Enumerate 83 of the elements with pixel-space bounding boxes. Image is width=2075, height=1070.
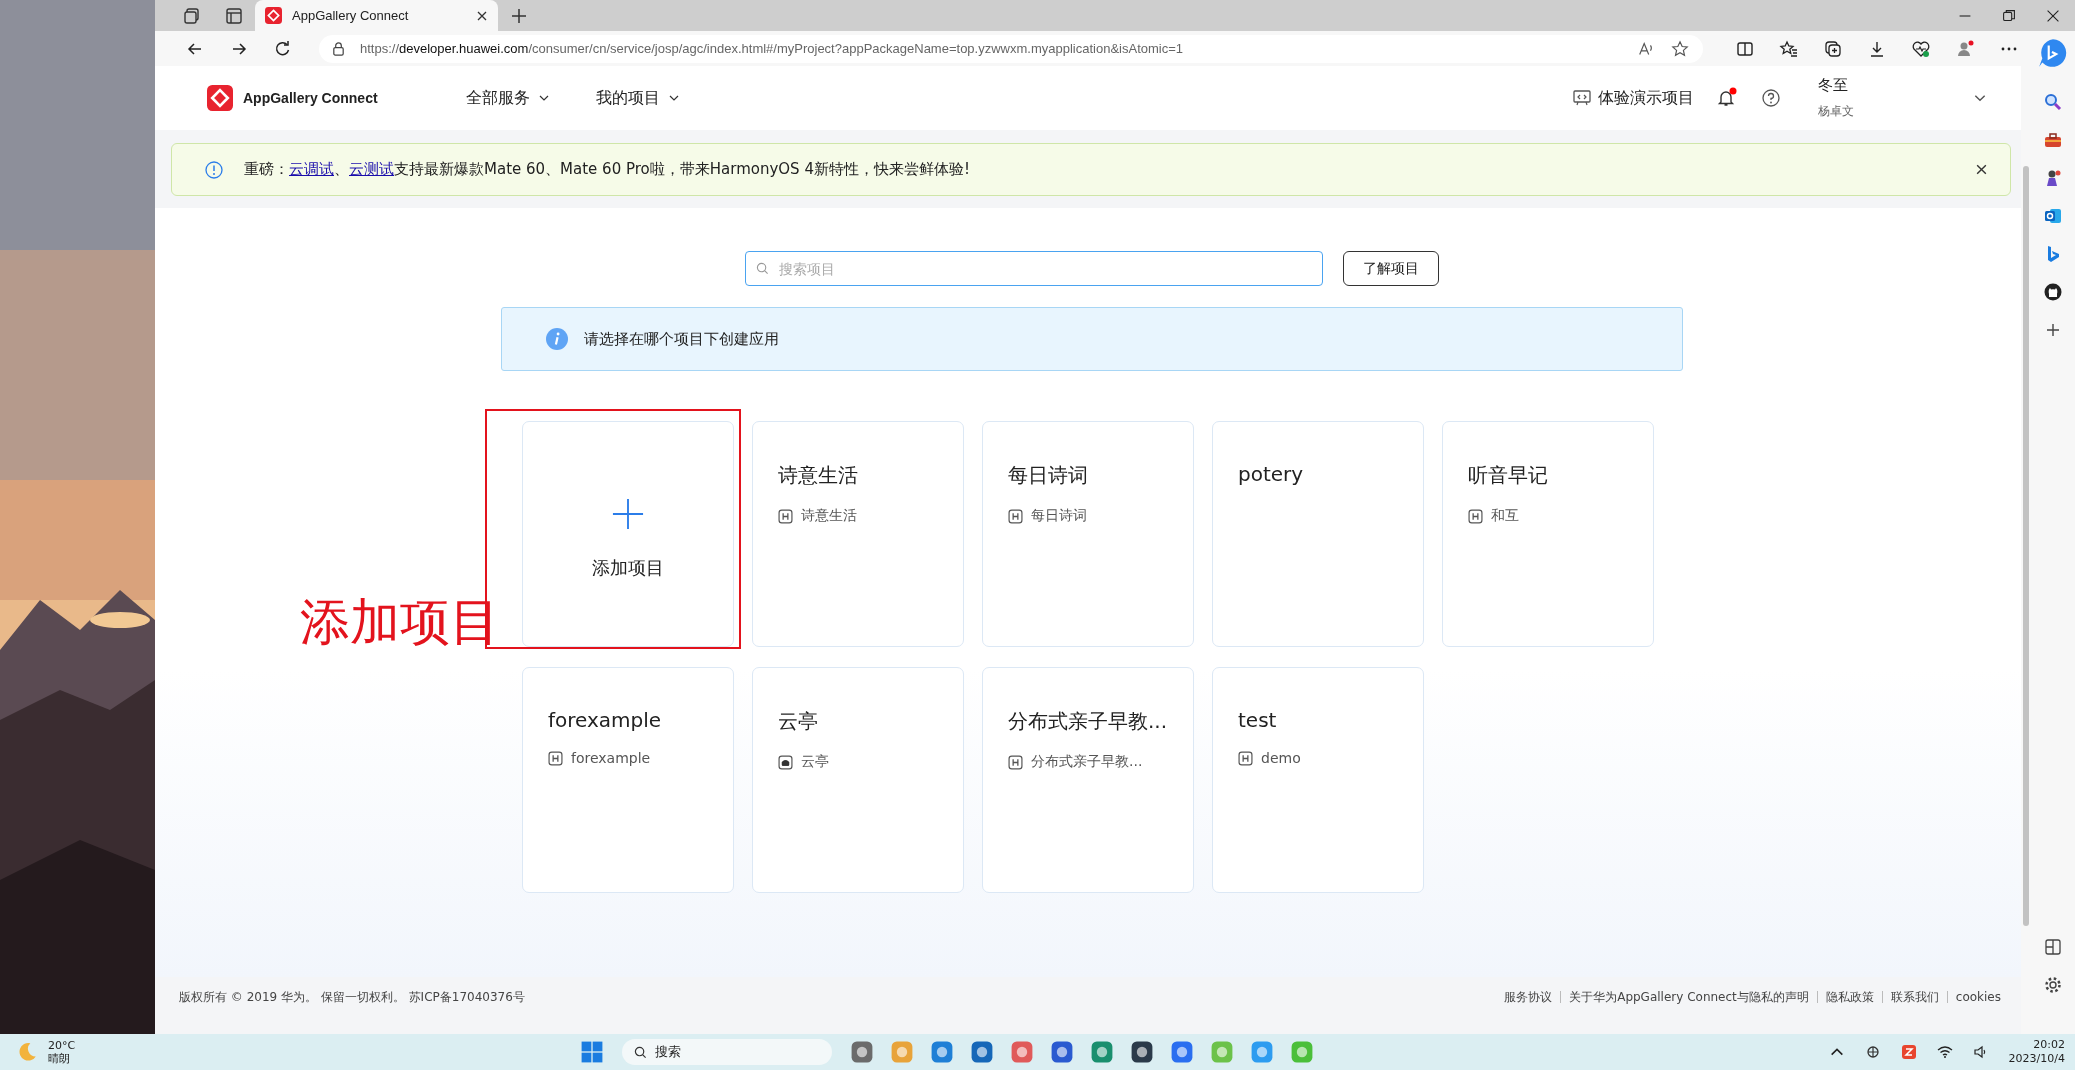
collections-icon[interactable]	[1823, 38, 1843, 59]
project-name: 诗意生活	[778, 462, 859, 489]
footer-link[interactable]: 隐私政策	[1825, 988, 1874, 1006]
info-icon	[546, 328, 568, 350]
project-name: forexample	[548, 708, 663, 732]
project-card[interactable]: potery	[1212, 421, 1424, 647]
app-name: 和互	[1491, 507, 1519, 525]
toolbox-icon[interactable]	[2043, 130, 2063, 150]
monitor-code-icon	[1572, 88, 1592, 108]
info-text: 请选择在哪个项目下创建应用	[584, 329, 779, 349]
lock-icon	[331, 41, 346, 56]
h-square-icon	[778, 508, 793, 524]
info-icon	[204, 159, 224, 180]
project-card[interactable]: 每日诗词 每日诗词	[982, 421, 1194, 647]
temperature: 20°C	[48, 1039, 76, 1052]
h-square-icon	[1238, 750, 1253, 766]
split-window-icon[interactable]	[2043, 937, 2063, 957]
project-name: 云亭	[778, 708, 819, 735]
weather-text: 晴朗	[48, 1052, 71, 1065]
footer-link[interactable]: cookies	[1955, 990, 2001, 1004]
footer-link[interactable]: 关于华为AppGallery Connect与隐私的声明	[1569, 988, 1809, 1006]
project-name: 每日诗词	[1008, 462, 1089, 489]
project-name: test	[1238, 708, 1278, 732]
workspaces-icon[interactable]	[182, 5, 202, 26]
diamond-logo-icon	[265, 7, 282, 24]
h-square-icon	[548, 750, 563, 766]
search-icon	[633, 1045, 647, 1059]
app-tray-icon[interactable]	[1900, 1044, 1917, 1060]
wifi-icon[interactable]	[1936, 1044, 1953, 1060]
app-name: demo	[1261, 750, 1301, 766]
project-card[interactable]: test demo	[1212, 667, 1424, 893]
brand-name: AppGallery Connect	[243, 90, 378, 106]
notice-text: 重磅：云调试、云测试支持最新爆款Mate 60、Mate 60 Pro啦，带来HarmonyOS 4新特性，快来尝鲜体验!	[244, 160, 970, 179]
plus-icon	[612, 498, 644, 530]
close-icon[interactable]	[476, 9, 488, 22]
project-card[interactable]: 诗意生活 诗意生活	[752, 421, 964, 647]
scrollbar[interactable]	[2021, 66, 2031, 1034]
user-name: 冬至	[1818, 76, 1849, 95]
h-square-icon	[1008, 754, 1023, 770]
nav-menu[interactable]: 全部服务	[465, 87, 550, 109]
settings-icon[interactable]	[2043, 975, 2063, 995]
tab-actions-icon[interactable]	[224, 5, 244, 26]
h-square-icon	[1468, 508, 1483, 524]
notice-link[interactable]: 云测试	[349, 160, 394, 178]
app-name: 分布式亲子早教...	[1031, 753, 1143, 771]
nav-menu[interactable]: 我的项目	[595, 87, 680, 109]
close-icon[interactable]	[1975, 163, 1988, 176]
app-name: forexample	[571, 750, 651, 766]
chat-bubble-icon[interactable]	[2037, 37, 2069, 69]
project-name: 听音早记	[1468, 462, 1549, 489]
copyright-text: 版权所有 © 2019 华为。 保留一切权利。 苏ICP备17040376号	[179, 988, 525, 1006]
profile-icon[interactable]	[1955, 38, 1975, 59]
add-project-card[interactable]: 添加项目	[522, 421, 734, 647]
project-card[interactable]: forexample forexample	[522, 667, 734, 893]
taskbar-search[interactable]: 搜索	[621, 1039, 832, 1065]
project-card[interactable]: 云亭 云亭	[752, 667, 964, 893]
bell-icon[interactable]	[1716, 87, 1738, 109]
app-name: 云亭	[801, 753, 829, 771]
cat-logo-icon[interactable]	[2043, 282, 2063, 302]
mail-icon[interactable]	[2043, 206, 2063, 226]
search-icon[interactable]	[2043, 92, 2063, 112]
project-name: 分布式亲子早教...	[1008, 708, 1168, 735]
clock-date[interactable]: 2023/10/4	[2008, 1052, 2065, 1066]
learn-projects-button[interactable]: 了解项目	[1343, 251, 1439, 286]
notice-link[interactable]: 云调试	[289, 160, 334, 178]
h-square-icon	[1008, 508, 1023, 524]
search-icon	[756, 262, 769, 275]
demo-project-link[interactable]: 体验演示项目	[1572, 87, 1694, 109]
app-name: 每日诗词	[1031, 507, 1087, 525]
footer-link[interactable]: 联系我们	[1890, 988, 1939, 1006]
project-name: potery	[1238, 462, 1305, 486]
project-card[interactable]: 分布式亲子早教... 分布式亲子早教...	[982, 667, 1194, 893]
footer-link[interactable]: 服务协议	[1504, 988, 1553, 1006]
address-field[interactable]: https://developer.huawei.com/consumer/cn/service/josp/agc/index.html#/myProject?appPackageName=top.yzwwxm.myapplication&isAtomic=1	[319, 34, 1703, 63]
browser-tab[interactable]: AppGallery Connect	[255, 0, 498, 31]
app-name: 诗意生活	[801, 507, 857, 525]
star-icon[interactable]	[1671, 39, 1689, 58]
search-field[interactable]: 搜索项目	[745, 251, 1323, 286]
account-name: 杨卓文	[1818, 103, 1855, 120]
project-card[interactable]: 听音早记 和互	[1442, 421, 1654, 647]
diamond-logo-icon	[207, 85, 233, 111]
help-icon[interactable]	[1760, 87, 1782, 109]
clock-time[interactable]: 20:02	[2033, 1038, 2065, 1052]
